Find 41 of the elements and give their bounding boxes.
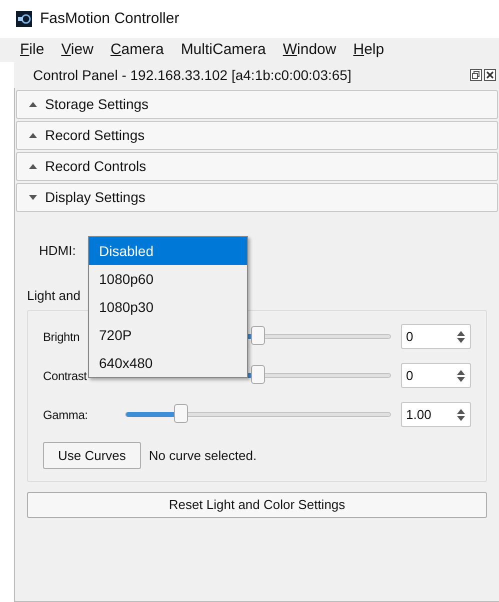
dropdown-option[interactable]: 1080p30 xyxy=(89,293,247,321)
spin-arrows-icon[interactable] xyxy=(457,408,465,420)
spin-box[interactable]: 1.00 xyxy=(401,402,471,427)
slider-thumb[interactable] xyxy=(174,404,188,423)
dropdown-option[interactable]: 720P xyxy=(89,321,247,349)
menu-item[interactable]: View xyxy=(61,38,94,62)
dropdown-option[interactable]: 1080p60 xyxy=(89,265,247,293)
section-header[interactable]: Display Settings xyxy=(16,183,498,212)
collapse-arrow-icon xyxy=(29,195,37,200)
reset-button[interactable]: Reset Light and Color Settings xyxy=(27,492,487,518)
spin-box[interactable]: 0 xyxy=(401,363,471,388)
close-icon[interactable] xyxy=(484,69,496,81)
slider-label: Contrast xyxy=(43,368,87,384)
expand-arrow-icon xyxy=(29,164,37,169)
menu-item[interactable]: MultiCamera xyxy=(180,38,266,62)
menu-item[interactable]: Window xyxy=(282,38,336,62)
menu-item[interactable]: Help xyxy=(353,38,384,62)
slider-thumb[interactable] xyxy=(251,365,265,384)
spin-arrows-icon[interactable] xyxy=(457,370,465,382)
dropdown-option[interactable]: 640x480 xyxy=(89,349,247,377)
window-title: FasMotion Controller xyxy=(40,8,180,29)
spin-arrows-icon[interactable] xyxy=(457,330,465,342)
expand-arrow-icon xyxy=(29,133,37,138)
use-curves-button[interactable]: Use Curves xyxy=(43,442,141,469)
group-title: Light and xyxy=(27,288,80,303)
float-icon[interactable] xyxy=(470,69,482,81)
panel-title: Control Panel - 192.168.33.102 [a4:1b:c0:00:03:65] xyxy=(33,66,352,85)
spin-box[interactable]: 0 xyxy=(401,324,471,349)
menu-item[interactable]: File xyxy=(20,38,44,62)
curve-status: No curve selected. xyxy=(148,446,257,465)
expand-arrow-icon xyxy=(29,102,37,107)
section-header[interactable]: Record Controls xyxy=(16,152,498,181)
slider-label: Gamma: xyxy=(43,406,88,424)
app-logo-icon xyxy=(16,11,32,27)
dropdown-option[interactable]: Disabled xyxy=(89,237,247,265)
section-header[interactable]: Storage Settings xyxy=(16,90,498,119)
menu-item[interactable]: Camera xyxy=(110,38,164,62)
hdmi-label: HDMI: xyxy=(39,242,76,260)
slider-thumb[interactable] xyxy=(251,326,265,345)
section-header[interactable]: Record Settings xyxy=(16,121,498,150)
slider-label: Brightn xyxy=(43,328,80,346)
